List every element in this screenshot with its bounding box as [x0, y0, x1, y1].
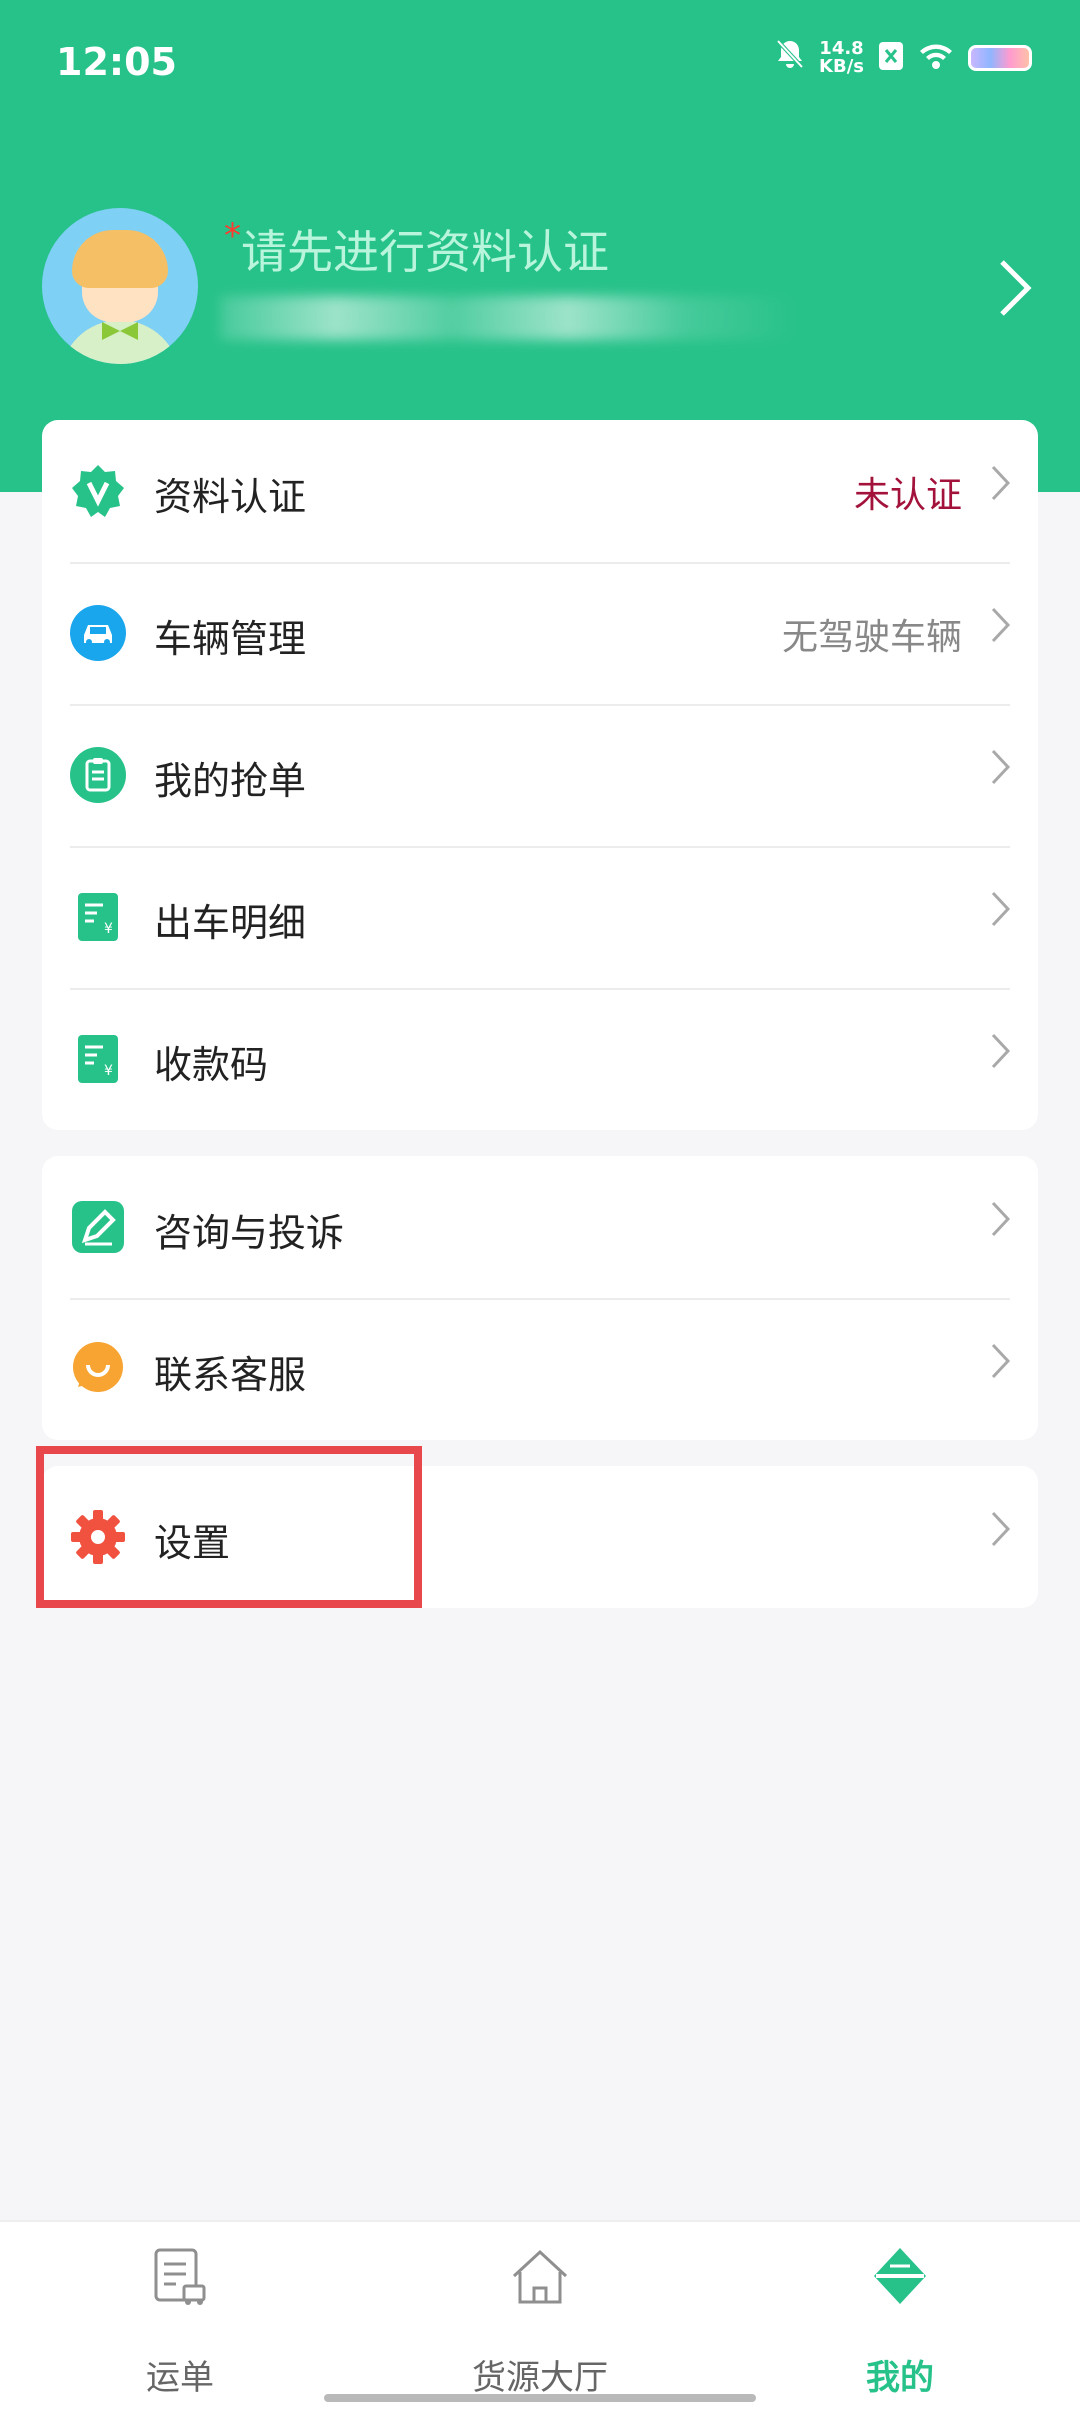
avatar-hair — [72, 230, 168, 288]
tab-label: 运单 — [146, 2358, 214, 2398]
menu-item-complaints[interactable]: 咨询与投诉 — [42, 1156, 1038, 1298]
avatar[interactable] — [42, 208, 198, 364]
menu-card-account: 资料认证 未认证 车辆管理 无驾驶车辆 我的抢单 ¥ 出车明细 ¥ 收款码 — [42, 420, 1038, 1130]
profile-header: 12:05 14.8 KB/s *请先进行资料认证 — [0, 0, 1080, 492]
chevron-right-icon — [990, 1508, 1012, 1558]
svg-text:¥: ¥ — [104, 921, 113, 937]
chevron-right-icon — [990, 746, 1012, 796]
chevron-right-icon — [990, 1340, 1012, 1390]
bottom-tab-bar: 运单 货源大厅 我的 — [0, 2220, 1080, 2410]
tab-mine[interactable]: 我的 — [720, 2222, 1080, 2410]
chevron-right-icon — [990, 462, 1012, 512]
menu-item-payment-code[interactable]: ¥ 收款码 — [42, 988, 1038, 1130]
chevron-right-icon — [990, 888, 1012, 938]
profile-title: *请先进行资料认证 — [224, 216, 609, 282]
status-icons: 14.8 KB/s — [775, 38, 1032, 78]
menu-item-label: 车辆管理 — [154, 617, 307, 661]
menu-item-my-orders[interactable]: 我的抢单 — [42, 704, 1038, 846]
menu-item-customer-service[interactable]: 联系客服 — [42, 1298, 1038, 1440]
profile-title-text: 请先进行资料认证 — [241, 225, 609, 279]
chevron-right-icon — [990, 1030, 1012, 1080]
menu-item-label: 收款码 — [154, 1043, 269, 1087]
home-icon — [510, 2246, 570, 2312]
profile-summary[interactable]: *请先进行资料认证 — [42, 208, 1042, 368]
sim-off-icon — [878, 41, 904, 75]
profile-chevron-right-icon[interactable] — [998, 258, 1032, 329]
menu-item-label: 出车明细 — [154, 901, 307, 945]
required-mark: * — [224, 216, 241, 256]
battery-icon — [968, 45, 1032, 71]
clipboard-icon — [70, 747, 126, 803]
menu-item-verification[interactable]: 资料认证 未认证 — [42, 420, 1038, 562]
status-time: 12:05 — [56, 40, 177, 84]
net-speed-unit: KB/s — [819, 56, 864, 77]
tab-label: 货源大厅 — [472, 2358, 608, 2398]
profile-diamond-icon — [870, 2246, 930, 2312]
vehicle-status: 无驾驶车辆 — [781, 617, 962, 658]
chevron-right-icon — [990, 604, 1012, 654]
menu-item-trip-details[interactable]: ¥ 出车明细 — [42, 846, 1038, 988]
tab-label: 我的 — [866, 2358, 934, 2398]
receipt-icon: ¥ — [70, 889, 126, 945]
settings-highlight-box — [36, 1446, 422, 1608]
menu-item-label: 资料认证 — [154, 475, 307, 519]
menu-item-label: 联系客服 — [154, 1353, 307, 1397]
blurred-phone-number — [220, 296, 800, 340]
customer-service-icon — [70, 1341, 126, 1397]
avatar-body — [60, 320, 180, 364]
car-icon — [70, 605, 126, 661]
menu-item-label: 咨询与投诉 — [154, 1211, 345, 1255]
edit-icon — [70, 1199, 126, 1255]
verification-status: 未认证 — [853, 475, 962, 516]
verified-badge-icon — [70, 463, 126, 519]
tab-cargo-hall[interactable]: 货源大厅 — [360, 2222, 720, 2410]
wifi-icon — [918, 42, 954, 74]
home-indicator — [324, 2394, 756, 2402]
network-speed: 14.8 KB/s — [819, 40, 864, 76]
menu-card-support: 咨询与投诉 联系客服 — [42, 1156, 1038, 1440]
svg-text:¥: ¥ — [104, 1063, 113, 1079]
menu-item-vehicles[interactable]: 车辆管理 无驾驶车辆 — [42, 562, 1038, 704]
status-bar: 12:05 14.8 KB/s — [0, 0, 1080, 120]
menu-item-label: 我的抢单 — [154, 759, 307, 803]
mute-icon — [775, 38, 805, 78]
tab-waybill[interactable]: 运单 — [0, 2222, 360, 2410]
receipt-icon: ¥ — [70, 1031, 126, 1087]
waybill-icon — [150, 2246, 210, 2312]
chevron-right-icon — [990, 1198, 1012, 1248]
